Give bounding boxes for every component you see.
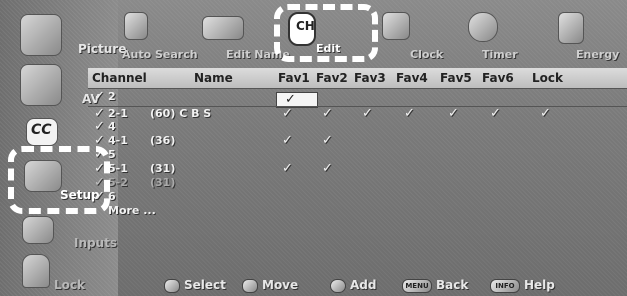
hint-select: Select (164, 278, 226, 293)
search-icon (124, 12, 148, 40)
sidebar-item-picture[interactable]: Picture (6, 10, 126, 62)
column-header: Fav3 (354, 71, 386, 85)
picture-icon (20, 14, 62, 56)
lock-icon (22, 254, 50, 288)
channel-cell: 5-1 (108, 162, 128, 175)
fav2-check-icon[interactable]: ✓ (322, 106, 333, 121)
hint-add: Add (330, 278, 376, 293)
updown-arrow-icon (164, 278, 180, 293)
fav1-check-icon[interactable]: ✓ (282, 161, 293, 176)
column-header: Lock (532, 71, 563, 85)
fav6-check-icon[interactable]: ✓ (490, 106, 501, 121)
menu-key-icon: MENU (402, 278, 432, 293)
fav3-check-icon[interactable]: ✓ (362, 106, 373, 121)
hint-back-label: Back (436, 278, 469, 292)
column-header: Name (194, 71, 233, 85)
tab-label: Energy (576, 48, 620, 61)
channel-cell: 4 (108, 120, 116, 133)
column-header: Fav2 (316, 71, 348, 85)
column-header: Fav5 (440, 71, 472, 85)
table-row[interactable]: ✓ 5-2 (31) (88, 175, 627, 190)
tab-energy[interactable]: Energy (548, 8, 619, 64)
ok-button-icon (330, 278, 346, 293)
inputs-icon (22, 216, 54, 244)
fav2-check-icon[interactable]: ✓ (322, 133, 333, 148)
fav1-check-icon[interactable]: ✓ (282, 133, 293, 148)
cc-icon: CC (26, 118, 58, 146)
sidebar-item-label: Lock (54, 278, 85, 292)
clock-icon (382, 12, 410, 40)
hint-add-label: Add (350, 278, 377, 292)
column-header: Fav1 (278, 71, 310, 85)
highlight-setup-box (8, 146, 110, 214)
leftright-arrow-icon (242, 278, 258, 293)
tab-clock[interactable]: Clock (380, 8, 443, 64)
info-key-icon: INFO (490, 278, 520, 293)
more-row[interactable]: More ... (88, 204, 627, 218)
fav4-check-icon[interactable]: ✓ (404, 106, 415, 121)
table-row[interactable]: ✓ 2 (88, 89, 627, 104)
hint-help: INFO Help (490, 278, 555, 293)
channel-cell: 4-1 (108, 134, 128, 147)
table-row[interactable]: ✓ 4-1 (36) ✓ ✓ (88, 133, 627, 148)
name-cell: (36) (150, 134, 176, 147)
timer-icon (468, 12, 498, 42)
fav1-check-icon[interactable]: ✓ (282, 106, 293, 121)
hint-help-label: Help (524, 278, 555, 292)
tab-timer[interactable]: Timer (458, 8, 518, 64)
tab-auto-search[interactable]: Auto Search (118, 8, 198, 64)
table-row[interactable]: ✓ 4 (88, 119, 627, 134)
abc-icon (202, 16, 244, 40)
hint-select-label: Select (184, 278, 226, 292)
hint-move: Move (242, 278, 298, 293)
lock-check-icon[interactable]: ✓ (540, 106, 551, 121)
hint-back: MENU Back (402, 278, 468, 293)
name-cell: (31) (150, 162, 176, 175)
column-header: Fav4 (396, 71, 428, 85)
channel-cell: 2 (108, 90, 116, 103)
lightning-icon (558, 12, 584, 44)
table-row[interactable]: ✓ 2-1 (60) C B S ✓ ✓ ✓ ✓ ✓ ✓ ✓ (88, 106, 627, 121)
tv-menu-screen: Picture AV CC Setup Inputs Lock Auto Sea… (0, 0, 627, 296)
button-hint-bar: Select Move Add MENU Back INFO Help (118, 276, 627, 296)
table-row[interactable]: ✓ 5 (88, 147, 627, 162)
tab-edit-name[interactable]: Edit Name (198, 8, 290, 64)
column-header: Fav6 (482, 71, 514, 85)
more-label: More ... (108, 204, 156, 217)
hint-move-label: Move (262, 278, 299, 292)
row-check-icon: ✓ (94, 119, 105, 134)
table-header: Channel Name Fav1 Fav2 Fav3 Fav4 Fav5 Fa… (88, 68, 627, 89)
fav5-check-icon[interactable]: ✓ (448, 106, 459, 121)
channel-table: Channel Name Fav1 Fav2 Fav3 Fav4 Fav5 Fa… (88, 68, 627, 274)
column-header: Channel (92, 71, 147, 85)
channel-cell: 5-2 (108, 176, 128, 189)
highlight-edit-tab-box (274, 4, 378, 62)
cc-icon-text: CC (31, 122, 52, 138)
name-cell: (60) C B S (150, 107, 212, 120)
channel-cell: 2-1 (108, 107, 128, 120)
name-cell: (31) (150, 176, 176, 189)
tab-label: Auto Search (122, 48, 198, 61)
table-row[interactable]: ✓ 6 (88, 189, 627, 204)
fav2-check-icon[interactable]: ✓ (322, 161, 333, 176)
row-check-icon: ✓ (94, 89, 105, 104)
tab-label: Timer (482, 48, 518, 61)
av-icon (20, 64, 62, 106)
table-row[interactable]: ✓ 5-1 (31) ✓ ✓ (88, 161, 627, 176)
